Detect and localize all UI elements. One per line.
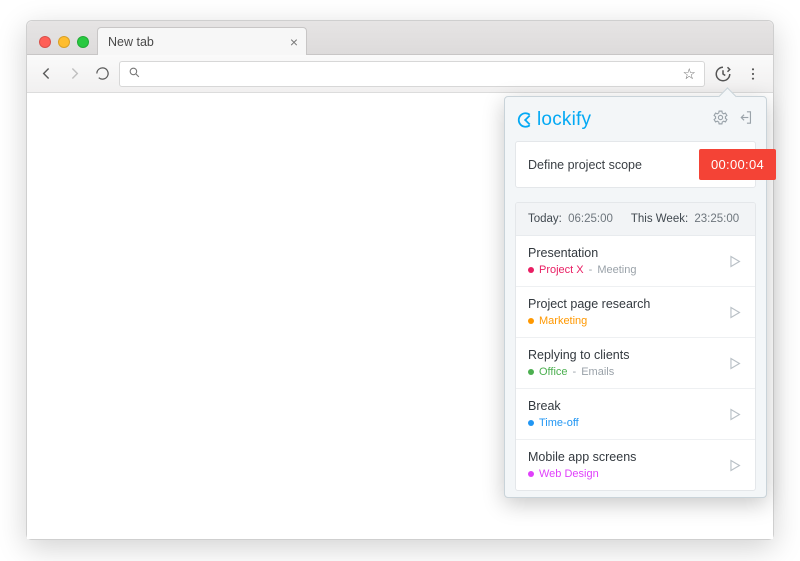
project-color-dot xyxy=(528,471,534,477)
entry-title: Mobile app screens xyxy=(528,450,636,464)
entry-project: Web Design xyxy=(539,468,599,480)
entry-meta: Office - Emails xyxy=(528,366,629,378)
entry-project: Marketing xyxy=(539,315,587,327)
entry-tag: Emails xyxy=(581,366,614,378)
close-icon[interactable]: × xyxy=(290,34,298,50)
window-traffic-lights xyxy=(35,36,97,54)
entry-meta: Web Design xyxy=(528,468,636,480)
play-icon xyxy=(726,304,743,321)
browser-window: New tab × ☆ xyxy=(26,20,774,540)
summary-today: Today: 06:25:00 xyxy=(528,213,613,225)
summary-today-value: 06:25:00 xyxy=(568,213,613,225)
summary-today-label: Today: xyxy=(528,213,562,225)
play-button[interactable] xyxy=(726,457,743,474)
time-entry[interactable]: Break Time-off xyxy=(516,389,755,440)
task-input[interactable] xyxy=(528,158,689,172)
window-close-button[interactable] xyxy=(39,36,51,48)
search-icon xyxy=(128,66,141,82)
play-icon xyxy=(726,253,743,270)
play-button[interactable] xyxy=(726,253,743,270)
popup-header: lockify xyxy=(515,107,756,141)
omnibox-input[interactable] xyxy=(149,66,675,81)
clockify-logo: lockify xyxy=(517,109,591,131)
entry-title: Presentation xyxy=(528,246,636,260)
play-button[interactable] xyxy=(726,304,743,321)
entry-project: Time-off xyxy=(539,417,579,429)
entry-meta: Time-off xyxy=(528,417,579,429)
time-entry[interactable]: Project page research Marketing xyxy=(516,287,755,338)
tab-strip: New tab × xyxy=(27,21,773,55)
entry-title: Project page research xyxy=(528,297,650,311)
clockify-extension-button[interactable] xyxy=(711,62,735,86)
project-color-dot xyxy=(528,369,534,375)
tab-title: New tab xyxy=(108,35,154,49)
clockify-logo-text: lockify xyxy=(537,109,591,131)
project-color-dot xyxy=(528,267,534,273)
logout-button[interactable] xyxy=(737,109,754,131)
browser-menu-button[interactable] xyxy=(741,62,765,86)
reload-button[interactable] xyxy=(91,63,113,85)
window-zoom-button[interactable] xyxy=(77,36,89,48)
entry-title: Break xyxy=(528,399,579,413)
timer-card: 00:00:04 xyxy=(515,141,756,188)
clockify-logo-icon xyxy=(517,111,535,129)
time-entry[interactable]: Presentation Project X - Meeting xyxy=(516,236,755,287)
summary-bar: Today: 06:25:00 This Week: 23:25:00 xyxy=(516,203,755,236)
summary-week: This Week: 23:25:00 xyxy=(631,213,739,225)
entry-title: Replying to clients xyxy=(528,348,629,362)
summary-week-label: This Week: xyxy=(631,213,688,225)
time-entry[interactable]: Replying to clients Office - Emails xyxy=(516,338,755,389)
clockify-popup: lockify 00:00:04 Today: xyxy=(504,96,767,498)
window-minimize-button[interactable] xyxy=(58,36,70,48)
play-icon xyxy=(726,457,743,474)
browser-toolbar: ☆ xyxy=(27,55,773,93)
play-button[interactable] xyxy=(726,406,743,423)
browser-tab[interactable]: New tab × xyxy=(97,27,307,55)
time-entry[interactable]: Mobile app screens Web Design xyxy=(516,440,755,490)
summary-week-value: 23:25:00 xyxy=(694,213,739,225)
timer-stop-button[interactable]: 00:00:04 xyxy=(699,149,776,180)
back-button[interactable] xyxy=(35,63,57,85)
entry-tag: Meeting xyxy=(597,264,636,276)
play-icon xyxy=(726,406,743,423)
bookmark-star-icon[interactable]: ☆ xyxy=(683,65,696,83)
project-color-dot xyxy=(528,318,534,324)
browser-viewport: lockify 00:00:04 Today: xyxy=(27,93,773,539)
settings-button[interactable] xyxy=(712,109,729,131)
entry-project: Office xyxy=(539,366,568,378)
address-bar[interactable]: ☆ xyxy=(119,61,705,87)
forward-button[interactable] xyxy=(63,63,85,85)
play-icon xyxy=(726,355,743,372)
project-color-dot xyxy=(528,420,534,426)
exit-icon xyxy=(737,109,754,126)
entry-meta: Marketing xyxy=(528,315,650,327)
entries-card: Today: 06:25:00 This Week: 23:25:00 Pres… xyxy=(515,202,756,491)
gear-icon xyxy=(712,109,729,126)
play-button[interactable] xyxy=(726,355,743,372)
entry-meta: Project X - Meeting xyxy=(528,264,636,276)
entry-project: Project X xyxy=(539,264,584,276)
